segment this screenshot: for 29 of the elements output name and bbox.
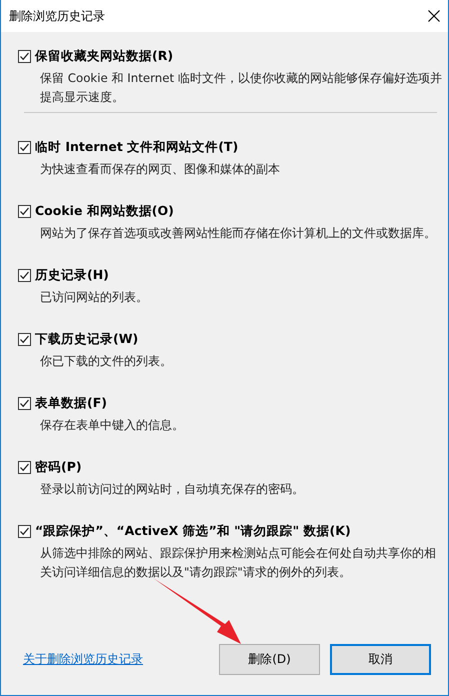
- dialog-button[interactable]: 取消: [330, 644, 431, 675]
- checkbox[interactable]: [18, 461, 31, 474]
- option-label[interactable]: Cookie 和网站数据(O): [35, 203, 174, 220]
- option-description: 你已下载的文件的列表。: [40, 353, 173, 370]
- option-description: 为快速查看而保存的网页、图像和媒体的副本: [40, 161, 281, 178]
- close-icon[interactable]: [428, 10, 440, 22]
- option-description: 从筛选中排除的网站、跟踪保护用来检测站点可能会在何处自动共享你的相关访问详细信息的数据以及"请勿跟踪"请求的例外的列表。: [40, 545, 437, 581]
- help-link[interactable]: 关于删除浏览历史记录: [23, 651, 143, 668]
- option-label[interactable]: 下载历史记录(W): [35, 331, 138, 348]
- option-description: 登录以前访问过的网站时，自动填充保存的密码。: [40, 481, 305, 498]
- checkbox[interactable]: [18, 205, 31, 218]
- option-description: 保存在表单中键入的信息。: [40, 417, 185, 434]
- option-label[interactable]: 密码(P): [35, 459, 82, 476]
- option-description: 网站为了保存首选项或改善网站性能而存储在你计算机上的文件或数据库。: [40, 225, 437, 242]
- dialog-button[interactable]: 删除(D): [219, 644, 320, 675]
- option-label[interactable]: 表单数据(F): [35, 395, 107, 412]
- option-description: 保留 Cookie 和 Internet 临时文件，以使你收藏的网站能够保存偏好选项并提高显示速度。: [40, 70, 443, 106]
- option-label[interactable]: 历史记录(H): [35, 267, 109, 284]
- option-label[interactable]: 保留收藏夹网站数据(R): [35, 48, 174, 65]
- window-title: 删除浏览历史记录: [9, 8, 105, 24]
- checkbox[interactable]: [18, 50, 31, 63]
- checkbox[interactable]: [18, 397, 31, 410]
- option-label[interactable]: 临时 Internet 文件和网站文件(T): [35, 139, 238, 156]
- checkbox[interactable]: [18, 141, 31, 154]
- option-label[interactable]: “跟踪保护”、“ActiveX 筛选”和 "请勿跟踪" 数据(K): [35, 523, 351, 540]
- checkbox[interactable]: [18, 525, 31, 538]
- option-description: 已访问网站的列表。: [40, 289, 149, 306]
- checkbox[interactable]: [18, 333, 31, 346]
- checkbox[interactable]: [18, 269, 31, 282]
